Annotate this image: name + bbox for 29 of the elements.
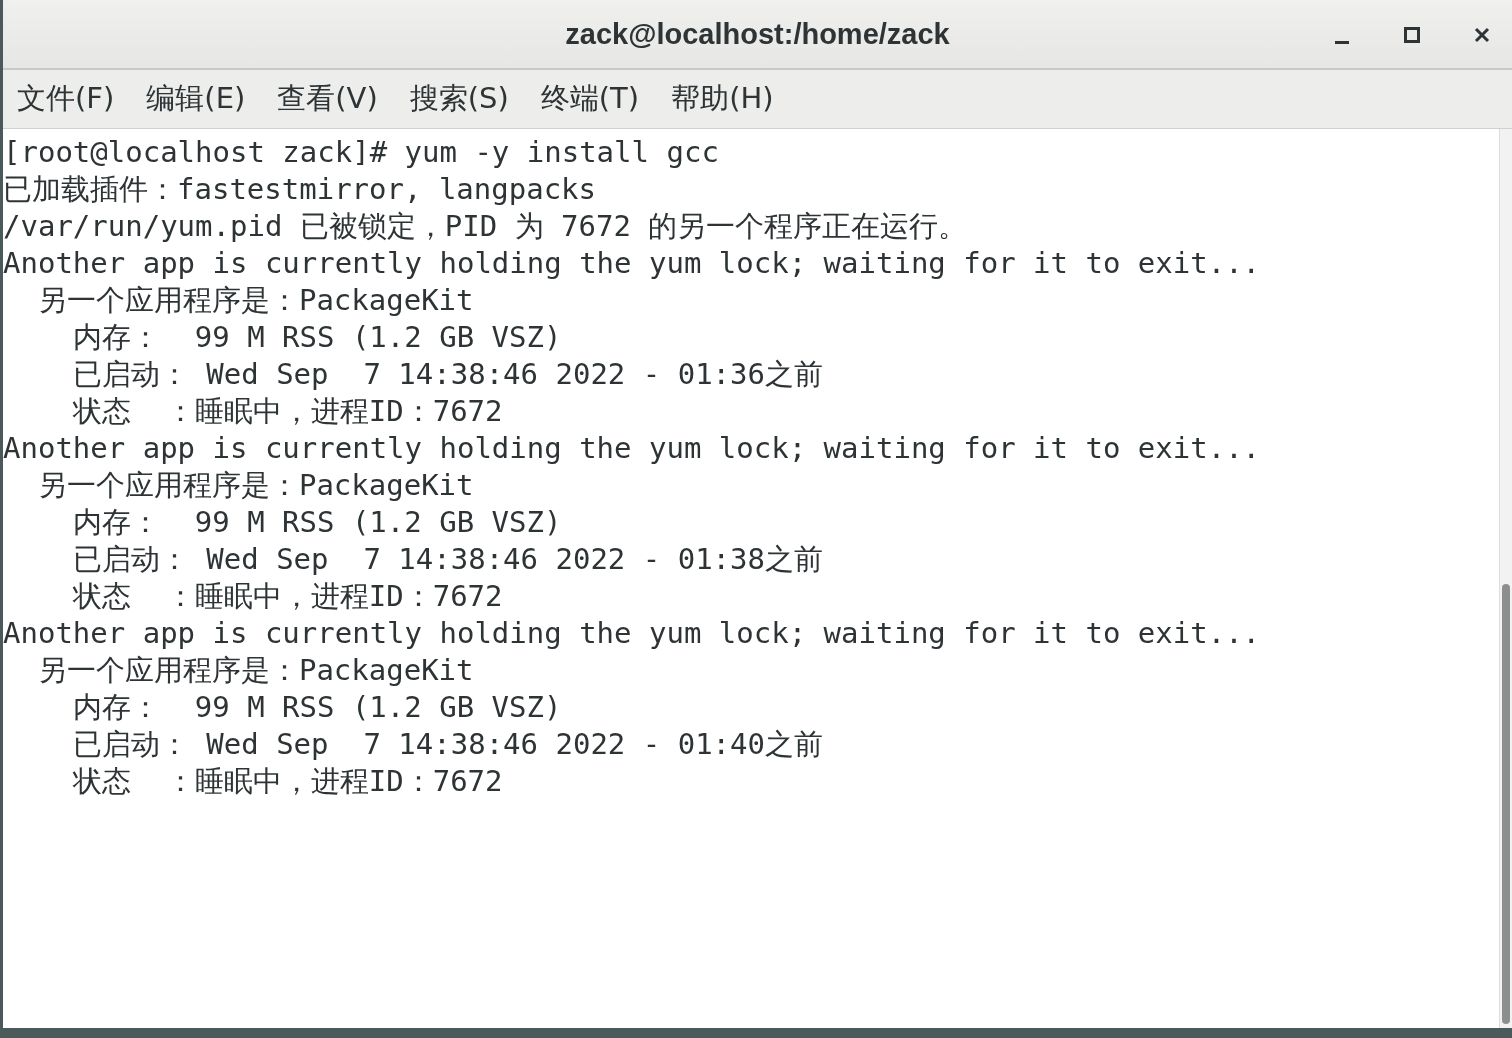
- menu-item[interactable]: 编辑(E): [146, 79, 246, 119]
- minimize-icon: [1335, 40, 1349, 44]
- menu-item[interactable]: 查看(V): [277, 79, 378, 119]
- terminal-line: 内存： 99 M RSS (1.2 GB VSZ): [71, 504, 563, 541]
- terminal-line: 已启动： Wed Sep 7 14:38:46 2022 - 01:40之前: [71, 726, 824, 763]
- terminal-line: 内存： 99 M RSS (1.2 GB VSZ): [71, 319, 563, 356]
- window-title: zack@localhost:/home/zack: [565, 17, 950, 51]
- close-icon: [1473, 26, 1491, 44]
- terminal-line: [root@localhost zack]# yum -y install gcc: [3, 134, 720, 171]
- menu-item[interactable]: 终端(T): [540, 79, 640, 119]
- terminal-line: 另一个应用程序是：PackageKit: [36, 282, 475, 319]
- terminal-line: Another app is currently holding the yum lock; waiting for it to exit...: [3, 615, 1262, 652]
- terminal-line: 状态 ：睡眠中，进程ID：7672: [71, 763, 504, 800]
- menu-item[interactable]: 搜索(S): [409, 79, 509, 119]
- terminal-line: 状态 ：睡眠中，进程ID：7672: [71, 393, 504, 430]
- maximize-icon: [1403, 26, 1421, 44]
- terminal-line: 已启动： Wed Sep 7 14:38:46 2022 - 01:38之前: [71, 541, 824, 578]
- scrollbar-thumb[interactable]: [1502, 584, 1510, 1024]
- terminal-line: 另一个应用程序是：PackageKit: [36, 652, 475, 689]
- terminal-line: 已启动： Wed Sep 7 14:38:46 2022 - 01:36之前: [71, 356, 824, 393]
- terminal-line: 状态 ：睡眠中，进程ID：7672: [71, 578, 504, 615]
- terminal-line: Another app is currently holding the yum lock; waiting for it to exit...: [3, 245, 1262, 282]
- menu-item[interactable]: 帮助(H): [671, 79, 774, 119]
- terminal-line: 另一个应用程序是：PackageKit: [36, 467, 475, 504]
- terminal-line: Another app is currently holding the yum lock; waiting for it to exit...: [3, 430, 1262, 467]
- menu-item[interactable]: 文件(F): [17, 79, 115, 119]
- terminal-line: 已加载插件：fastestmirror, langpacks: [3, 171, 598, 208]
- terminal-line: 内存： 99 M RSS (1.2 GB VSZ): [71, 689, 563, 726]
- terminal-line: /var/run/yum.pid 已被锁定，PID 为 7672 的另一个程序正在运行。: [3, 208, 969, 245]
